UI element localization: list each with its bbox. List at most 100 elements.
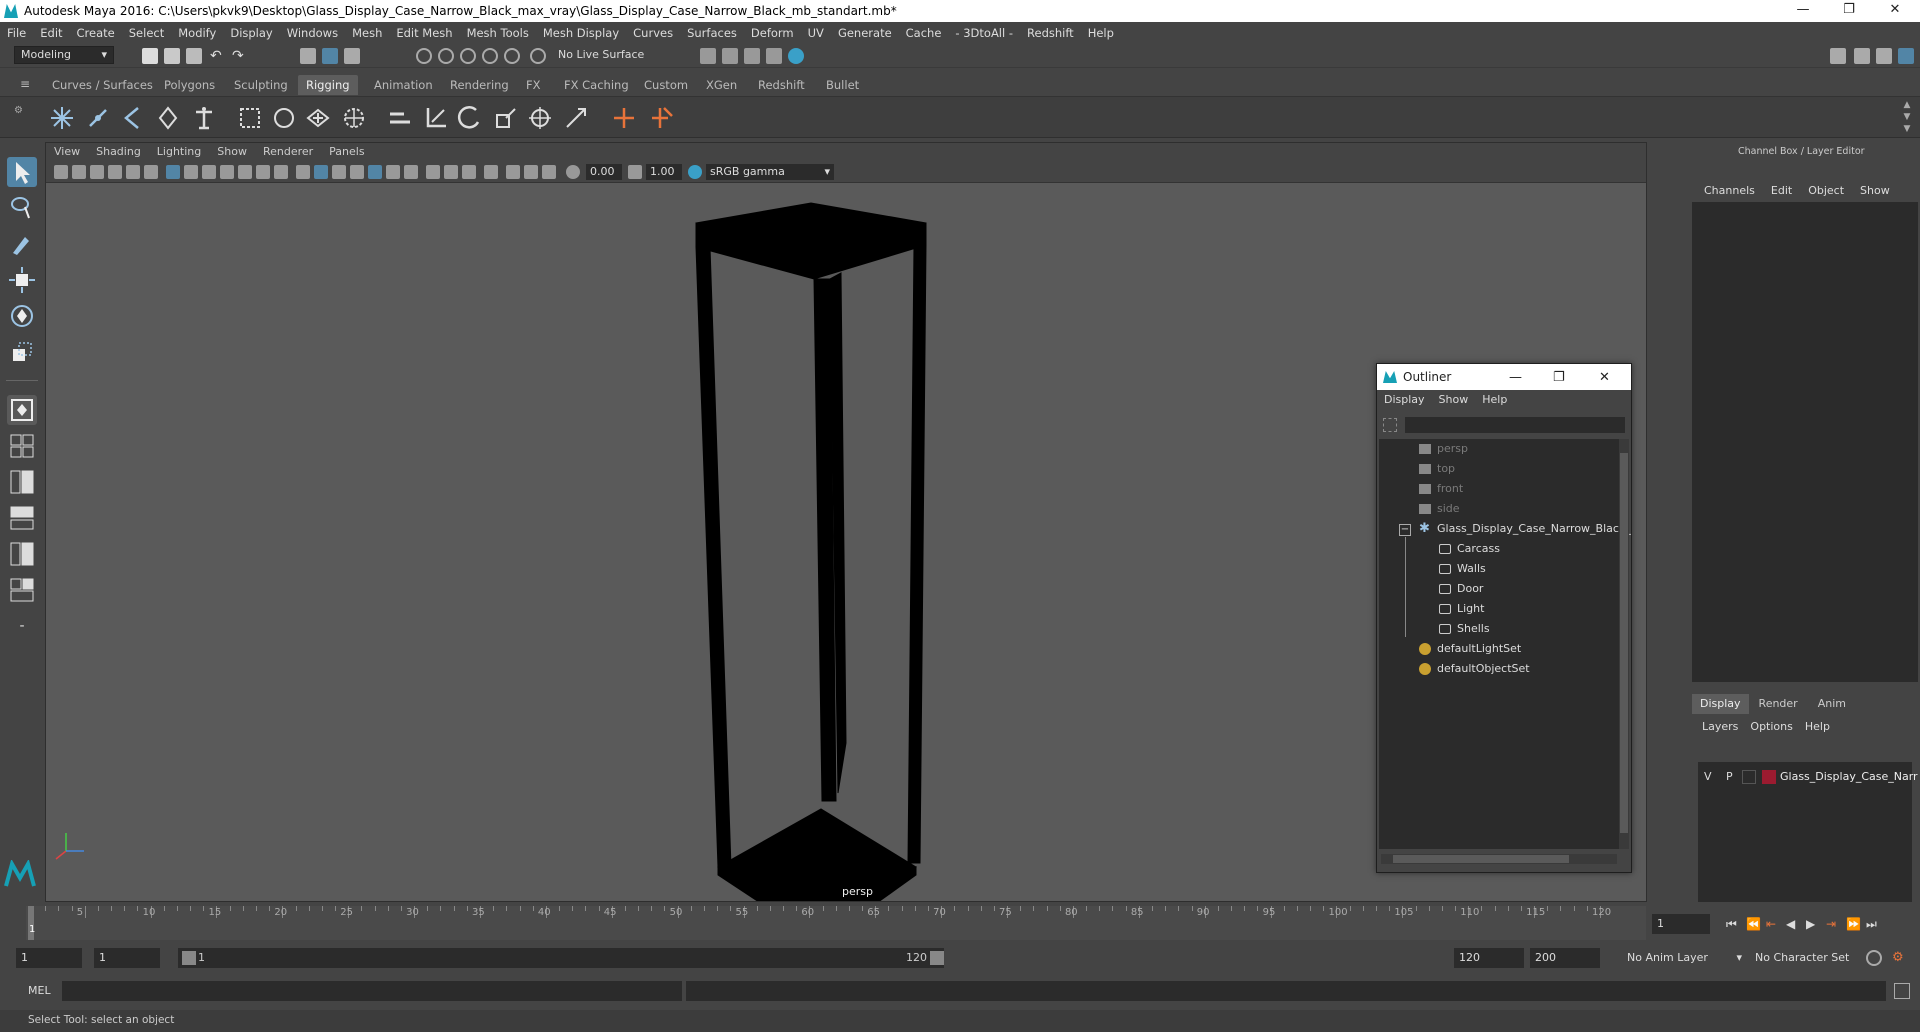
collapse-toggle-icon[interactable]: − [1399,524,1411,536]
shelf-settings-icon[interactable]: ⚙ [14,105,26,117]
menu-mesh-display[interactable]: Mesh Display [536,22,626,44]
menu-curves[interactable]: Curves [626,22,680,44]
more-layouts-icon[interactable]: - [7,611,37,641]
menu-file[interactable]: File [0,22,33,44]
scale-tool-icon[interactable] [7,337,37,367]
anim-layer-dropdown[interactable]: No Anim Layer ▾ [1622,948,1744,968]
snap-view-icon[interactable] [482,48,498,64]
vp-menu-view[interactable]: View [46,143,88,161]
start-time-field[interactable]: 1 [16,948,82,968]
use-all-lights-icon[interactable] [386,165,400,179]
modeling-toolkit-icon[interactable] [1830,48,1846,64]
minimize-button[interactable]: — [1780,0,1826,22]
tab-fx[interactable]: FX [518,75,549,95]
gamma-icon[interactable] [628,165,642,179]
film-gate-icon[interactable] [184,165,198,179]
grease-pencil-icon[interactable] [144,165,158,179]
pole-vector-icon[interactable] [562,104,590,132]
step-back-key-icon[interactable]: ⏪ [1746,917,1766,931]
channel-box-icon[interactable] [1898,48,1914,64]
field-chart-icon[interactable] [238,165,252,179]
default-material-icon[interactable] [332,165,346,179]
xray-components-icon[interactable] [542,165,556,179]
persp-outliner-layout-icon[interactable] [7,467,37,497]
select-object-icon[interactable] [322,48,338,64]
bind-skin-icon[interactable] [154,104,182,132]
save-scene-icon[interactable] [186,48,202,64]
shelf-menu-icon[interactable]: ≡ [20,78,36,94]
vp-menu-panels[interactable]: Panels [321,143,372,161]
safe-action-icon[interactable] [256,165,270,179]
perspective-viewport[interactable]: View Shading Lighting Show Renderer Pane… [45,142,1647,902]
soft-mod-icon[interactable] [340,104,368,132]
list-item[interactable]: ✱ Glass_Display_Case_Narrow_Black_ [1419,519,1631,539]
vp-menu-renderer[interactable]: Renderer [255,143,321,161]
list-item[interactable]: defaultObjectSet [1419,659,1530,679]
lasso-tool-icon[interactable] [7,193,37,223]
select-component-icon[interactable] [344,48,360,64]
go-to-end-icon[interactable]: ⏭ [1866,917,1886,932]
wireframe-on-shaded-icon[interactable] [350,165,364,179]
xray-icon[interactable] [506,165,520,179]
command-input[interactable] [62,981,682,1001]
menu-surfaces[interactable]: Surfaces [680,22,744,44]
list-item[interactable]: Shells [1439,619,1490,639]
menu-uv[interactable]: UV [801,22,831,44]
point-constraint-icon[interactable] [386,104,414,132]
bookmarks-icon[interactable] [90,165,104,179]
maximize-button[interactable]: ❐ [1553,370,1565,385]
outliner-vertical-scrollbar[interactable] [1619,439,1629,849]
ik-handle-icon[interactable] [84,104,112,132]
cb-menu-object[interactable]: Object [1800,184,1852,197]
snap-grid-icon[interactable] [416,48,432,64]
list-item[interactable]: Light [1439,599,1484,619]
tab-xgen[interactable]: XGen [698,75,745,95]
list-item[interactable]: defaultLightSet [1419,639,1521,659]
menu-cache[interactable]: Cache [899,22,949,44]
le-menu-layers[interactable]: Layers [1696,720,1744,733]
gamma-field[interactable]: 1.00 [646,164,682,180]
vp-menu-shading[interactable]: Shading [88,143,149,161]
four-view-layout-icon[interactable] [7,431,37,461]
menu-create[interactable]: Create [70,22,122,44]
shelf-scroll-icon[interactable]: ▲ ▼ ▼ [1900,99,1914,135]
attribute-editor-icon[interactable] [1854,48,1870,64]
range-start-handle[interactable] [182,951,196,965]
menu-generate[interactable]: Generate [831,22,899,44]
open-scene-icon[interactable] [164,48,180,64]
undo-icon[interactable]: ↶ [210,48,226,64]
list-item[interactable]: front [1419,479,1463,499]
close-button[interactable]: ✕ [1872,0,1918,22]
menu-deform[interactable]: Deform [744,22,801,44]
vp-menu-lighting[interactable]: Lighting [149,143,209,161]
tab-rendering[interactable]: Rendering [442,75,517,95]
tab-rigging[interactable]: Rigging [298,75,358,95]
hypershade-layout-icon[interactable] [7,539,37,569]
cb-menu-edit[interactable]: Edit [1763,184,1800,197]
tab-display[interactable]: Display [1692,694,1749,714]
list-item[interactable]: Door [1439,579,1483,599]
color-management-icon[interactable] [688,165,702,179]
tool-settings-icon[interactable] [1876,48,1892,64]
locator-icon[interactable] [610,104,638,132]
layer-reference-toggle[interactable] [1742,770,1756,784]
layer-visibility-toggle[interactable]: V [1704,770,1712,783]
camera-attributes-icon[interactable] [72,165,86,179]
tab-curves-surfaces[interactable]: Curves / Surfaces [44,75,161,95]
tab-fx-caching[interactable]: FX Caching [556,75,637,95]
persp-graph-layout-icon[interactable] [7,503,37,533]
wrap-icon[interactable] [270,104,298,132]
rotate-tool-icon[interactable] [7,301,37,331]
tab-polygons[interactable]: Polygons [156,75,223,95]
outliner-horizontal-scrollbar[interactable] [1381,854,1617,864]
2d-pan-zoom-icon[interactable] [126,165,140,179]
motion-blur-icon[interactable] [444,165,458,179]
menu-redshift[interactable]: Redshift [1020,22,1081,44]
single-perspective-layout-icon[interactable] [7,395,37,425]
filter-icon[interactable] [1383,418,1397,432]
lattice-icon[interactable] [236,104,264,132]
play-backwards-icon[interactable]: ◀ [1786,917,1806,931]
ipr-render-icon[interactable] [744,48,760,64]
vp-menu-show[interactable]: Show [209,143,255,161]
scale-constraint-icon[interactable] [492,104,520,132]
